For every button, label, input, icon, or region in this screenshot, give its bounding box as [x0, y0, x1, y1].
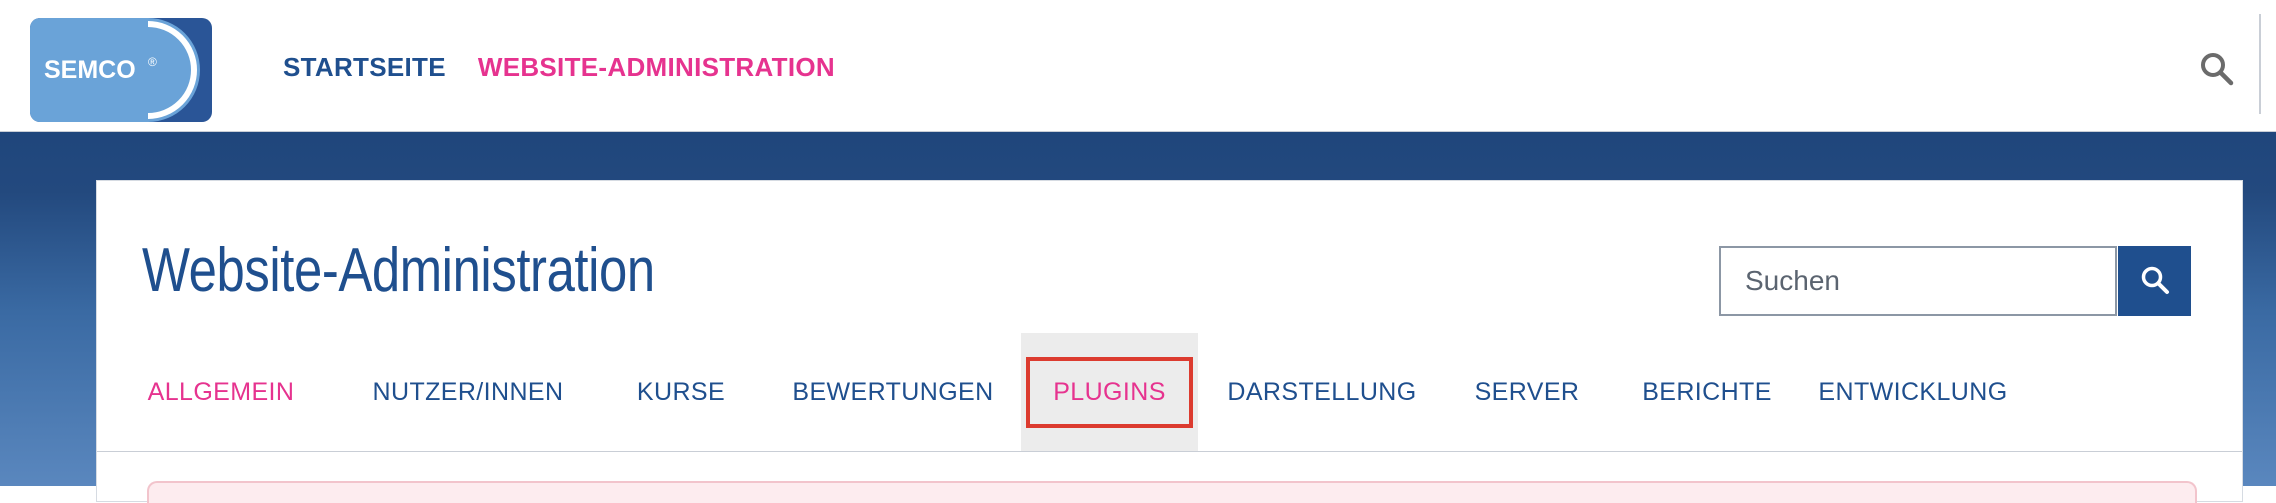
logo-text: SEMCO — [44, 56, 136, 84]
admin-tab-bar: ALLGEMEIN NUTZER/INNEN KURSE BEWERTUNGEN… — [97, 333, 2242, 452]
tab-kurse[interactable]: KURSE — [636, 333, 726, 451]
semco-logo[interactable]: SEMCO ® — [30, 18, 212, 122]
admin-search-button[interactable] — [2118, 246, 2191, 316]
tab-nutzer-innen[interactable]: NUTZER/INNEN — [368, 333, 568, 451]
search-icon[interactable] — [2200, 52, 2234, 86]
top-navbar: SEMCO ® STARTSEITE WEBSITE-ADMINISTRATIO… — [0, 0, 2276, 132]
tab-allgemein[interactable]: ALLGEMEIN — [148, 333, 294, 451]
primary-nav: STARTSEITE WEBSITE-ADMINISTRATION — [283, 52, 835, 83]
header-divider — [2259, 14, 2261, 114]
tab-entwicklung[interactable]: ENTWICKLUNG — [1813, 333, 2013, 451]
tab-darstellung[interactable]: DARSTELLUNG — [1227, 333, 1417, 451]
tab-plugins-label: PLUGINS — [1026, 356, 1193, 428]
tab-server[interactable]: SERVER — [1472, 333, 1582, 451]
page-title: Website-Administration — [142, 236, 655, 305]
logo-mark: ® — [148, 55, 157, 69]
page-header-card: Website-Administration ALLGEMEIN NUTZER/… — [96, 180, 2243, 503]
search-icon — [2140, 265, 2170, 298]
notification-banner — [147, 481, 2197, 503]
tab-berichte[interactable]: BERICHTE — [1637, 333, 1777, 451]
tab-bewertungen[interactable]: BEWERTUNGEN — [792, 333, 993, 451]
tab-plugins[interactable]: PLUGINS — [1021, 333, 1198, 451]
nav-link-website-administration[interactable]: WEBSITE-ADMINISTRATION — [478, 52, 835, 83]
admin-search-input[interactable] — [1721, 248, 2115, 314]
nav-link-startseite[interactable]: STARTSEITE — [283, 52, 446, 83]
admin-search-box — [1719, 246, 2117, 316]
